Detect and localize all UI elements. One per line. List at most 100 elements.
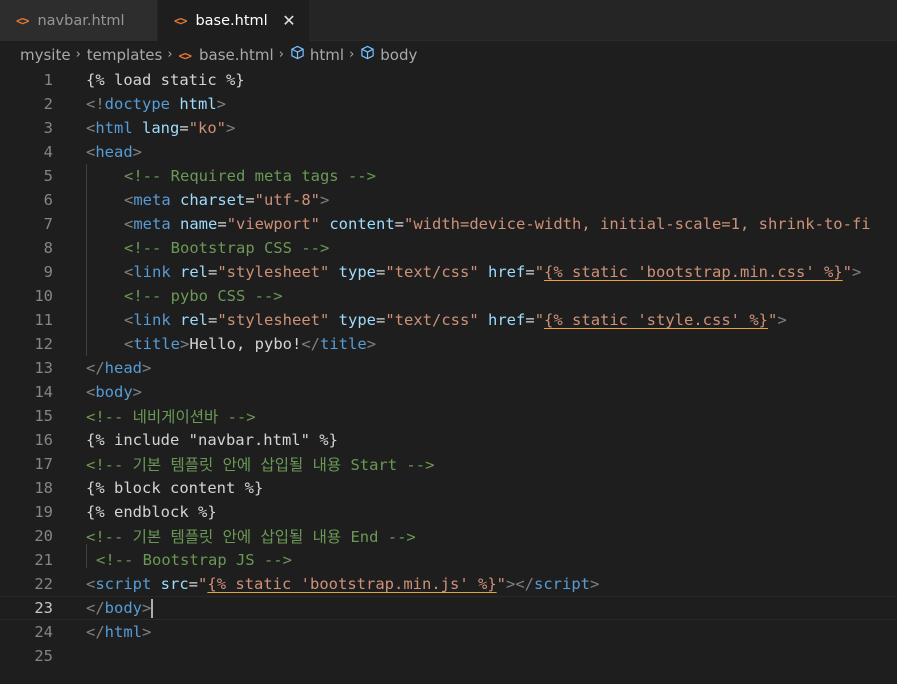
breadcrumb-item-body[interactable]: body <box>360 45 417 64</box>
element-cube-icon <box>290 45 305 60</box>
line-number: 3 <box>43 119 53 137</box>
line-number: 2 <box>43 95 53 113</box>
tab-base-html[interactable]: <> base.html ✕ <box>158 0 310 41</box>
close-icon[interactable]: ✕ <box>281 11 297 30</box>
chevron-right-icon: › <box>278 47 284 62</box>
code-line: 14 <body> <box>0 380 897 404</box>
code-text: {% block content %} <box>86 479 264 497</box>
code-line: 10 <!-- pybo CSS --> <box>0 284 897 308</box>
code-comment: <!-- Required meta tags --> <box>124 167 376 185</box>
code-line: 15 <!-- 네비게이션바 --> <box>0 404 897 428</box>
code-line: 21 <!-- Bootstrap JS --> <box>0 548 897 572</box>
code-text: <head> <box>86 143 143 161</box>
breadcrumb-item-mysite[interactable]: mysite <box>20 46 71 64</box>
html-file-icon: <> <box>16 13 29 28</box>
code-text: <!doctype html> <box>86 95 227 113</box>
code-text: <meta name="viewport" content="width=dev… <box>124 215 871 233</box>
tab-label: navbar.html <box>37 12 125 29</box>
code-line: 17 <!-- 기본 템플릿 안에 삽입될 내용 Start --> <box>0 452 897 476</box>
line-number: 11 <box>34 311 53 329</box>
code-text: {% endblock %} <box>86 503 217 521</box>
code-line: 8 <!-- Bootstrap CSS --> <box>0 236 897 260</box>
code-text: <link rel="stylesheet" type="text/css" h… <box>124 263 862 281</box>
html-file-icon: <> <box>174 13 187 28</box>
line-number: 24 <box>34 623 53 641</box>
line-number: 6 <box>43 191 53 209</box>
code-text: <link rel="stylesheet" type="text/css" h… <box>124 311 787 329</box>
tab-label: base.html <box>195 12 268 29</box>
code-line: 16 {% include "navbar.html" %} <box>0 428 897 452</box>
line-number: 4 <box>43 143 53 161</box>
code-line: 19 {% endblock %} <box>0 500 897 524</box>
editor-tab-bar: <> navbar.html <> base.html ✕ <box>0 0 897 41</box>
html-file-icon: <> <box>178 48 192 63</box>
line-number: 8 <box>43 239 53 257</box>
code-comment: <!-- 기본 템플릿 안에 삽입될 내용 Start --> <box>86 456 435 474</box>
line-number: 9 <box>43 263 53 281</box>
tab-navbar-html[interactable]: <> navbar.html <box>0 0 158 41</box>
line-number: 18 <box>34 479 53 497</box>
line-number: 21 <box>34 551 53 569</box>
line-number: 25 <box>34 647 53 665</box>
code-line: 18 {% block content %} <box>0 476 897 500</box>
line-number: 5 <box>43 167 53 185</box>
breadcrumb-item-templates[interactable]: templates <box>87 46 163 64</box>
chevron-right-icon: › <box>349 47 355 62</box>
code-comment: <!-- Bootstrap JS --> <box>96 551 292 569</box>
breadcrumb-item-base-html[interactable]: <> base.html <box>179 46 274 64</box>
code-line: 13 </head> <box>0 356 897 380</box>
code-text: <body> <box>86 383 143 401</box>
breadcrumb-label: base.html <box>198 45 274 64</box>
code-line: 1 {% load static %} <box>0 68 897 92</box>
code-text: <meta charset="utf-8"> <box>124 191 330 209</box>
line-number: 22 <box>34 575 53 593</box>
code-line: 25 <box>0 644 897 668</box>
chevron-right-icon: › <box>75 47 81 62</box>
code-line: 9 <link rel="stylesheet" type="text/css" … <box>0 260 897 284</box>
text-cursor <box>151 598 154 618</box>
code-text: {% load static %} <box>86 71 245 89</box>
chevron-right-icon: › <box>167 47 173 62</box>
code-line: 4 <head> <box>0 140 897 164</box>
breadcrumb-label: html <box>309 46 345 64</box>
line-number: 16 <box>34 431 53 449</box>
line-number: 12 <box>34 335 53 353</box>
line-number: 17 <box>34 455 53 473</box>
code-text: </html> <box>86 623 152 641</box>
code-text: </body> <box>86 598 154 618</box>
code-line: 2 <!doctype html> <box>0 92 897 116</box>
code-line: 5 <!-- Required meta tags --> <box>0 164 897 188</box>
line-number: 20 <box>34 527 53 545</box>
line-number: 23 <box>34 599 53 617</box>
line-number: 1 <box>43 71 53 89</box>
code-line: 6 <meta charset="utf-8"> <box>0 188 897 212</box>
code-line: 3 <html lang="ko"> <box>0 116 897 140</box>
code-editor[interactable]: 1 {% load static %} 2 <!doctype html> 3 <ht… <box>0 68 897 684</box>
code-text: {% include "navbar.html" %} <box>86 431 338 449</box>
code-line: 12 <title>Hello, pybo!</title> <box>0 332 897 356</box>
breadcrumb-label: body <box>380 46 418 64</box>
code-comment: <!-- 기본 템플릿 안에 삽입될 내용 End --> <box>86 528 416 546</box>
line-number: 19 <box>34 503 53 521</box>
code-line: 24 </html> <box>0 620 897 644</box>
line-number: 15 <box>34 407 53 425</box>
element-cube-icon <box>360 45 375 60</box>
code-line-current: 23 </body> <box>0 596 897 620</box>
code-comment: <!-- 네비게이션바 --> <box>86 408 256 426</box>
breadcrumb-item-html[interactable]: html <box>290 45 344 64</box>
code-text: <title>Hello, pybo!</title> <box>124 335 377 353</box>
code-comment: <!-- pybo CSS --> <box>124 287 283 305</box>
line-number: 14 <box>34 383 53 401</box>
code-text: <html lang="ko"> <box>86 119 236 137</box>
code-text: </head> <box>86 359 152 377</box>
code-text: <script src="{% static 'bootstrap.min.js… <box>86 575 600 593</box>
code-line: 20 <!-- 기본 템플릿 안에 삽입될 내용 End --> <box>0 524 897 548</box>
breadcrumb: mysite › templates › <> base.html › html … <box>0 41 897 68</box>
line-number: 7 <box>43 215 53 233</box>
line-number: 13 <box>34 359 53 377</box>
code-line: 7 <meta name="viewport" content="width=de… <box>0 212 897 236</box>
code-comment: <!-- Bootstrap CSS --> <box>124 239 330 257</box>
line-number: 10 <box>34 287 53 305</box>
code-line: 22 <script src="{% static 'bootstrap.min.… <box>0 572 897 596</box>
code-line: 11 <link rel="stylesheet" type="text/css"… <box>0 308 897 332</box>
